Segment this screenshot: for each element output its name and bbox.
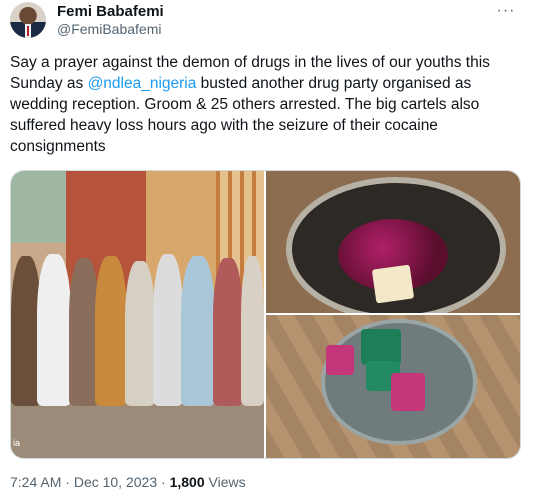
person-figure xyxy=(37,254,71,406)
views-label: Views xyxy=(208,474,246,490)
tweet-meta: 7:24 AM · Dec 10, 2023 · 1,800 Views xyxy=(10,474,246,490)
avatar-tie xyxy=(27,26,29,36)
person-figure xyxy=(153,254,183,406)
media-grid: ia xyxy=(10,170,521,459)
photo-group-arrested[interactable]: ia xyxy=(11,171,264,458)
views-count: 1,800 xyxy=(169,474,205,490)
photo-cup xyxy=(361,329,401,365)
author-name[interactable]: Femi Babafemi xyxy=(57,3,164,20)
mention-link[interactable]: @ndlea_nigeria xyxy=(88,75,197,92)
photo-cup xyxy=(371,264,415,304)
meta-separator: · xyxy=(161,474,166,490)
person-figure xyxy=(213,258,243,406)
photo-ground xyxy=(11,398,264,458)
photo-cup xyxy=(326,345,354,375)
photo-bucket[interactable] xyxy=(266,171,520,313)
person-figure xyxy=(241,256,264,406)
tweet-date[interactable]: Dec 10, 2023 xyxy=(74,474,157,490)
photo-watermark: ia xyxy=(13,438,21,448)
photo-cups[interactable] xyxy=(266,315,520,458)
person-figure xyxy=(125,261,155,406)
tweet-header: Femi Babafemi @FemiBabafemi ··· xyxy=(10,0,523,40)
more-horizontal-icon[interactable]: ··· xyxy=(495,2,517,20)
person-figure xyxy=(181,256,215,406)
photo-cup xyxy=(391,373,425,411)
tweet-text: Say a prayer against the demon of drugs … xyxy=(10,52,515,157)
person-figure xyxy=(95,256,127,406)
avatar[interactable] xyxy=(10,2,46,38)
photo-people xyxy=(11,246,264,406)
meta-separator: · xyxy=(65,474,70,490)
tweet-time[interactable]: 7:24 AM xyxy=(10,474,61,490)
author-handle[interactable]: @FemiBabafemi xyxy=(57,21,161,37)
